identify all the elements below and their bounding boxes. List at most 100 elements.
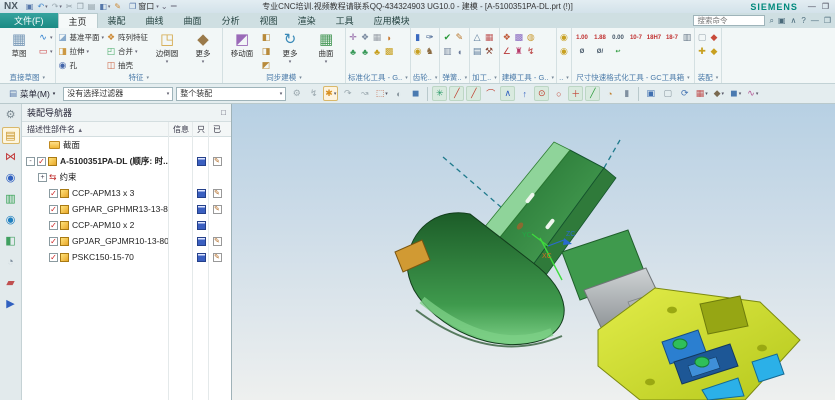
移动面-button[interactable]: ◩移动面 xyxy=(225,29,259,59)
doc-restore-icon[interactable]: ❐ xyxy=(824,16,831,25)
paste-icon[interactable]: ▤ xyxy=(88,2,96,11)
asm-move-icon[interactable]: ◆ xyxy=(709,45,719,58)
point-dialog-icon[interactable]: ✱▾ xyxy=(323,86,338,101)
tab-主页[interactable]: 主页 xyxy=(58,13,98,28)
view-cube-icon[interactable]: ◼▾ xyxy=(728,86,743,101)
shaded-display-icon[interactable]: ◼ xyxy=(408,86,423,101)
基准平面-button[interactable]: ◪基准平面▾ xyxy=(58,31,105,44)
tree-row[interactable]: ✓CCP-APM10 x 2 xyxy=(22,217,231,233)
spring-mouse-icon[interactable]: ◖ xyxy=(454,45,464,58)
spring-clip-icon[interactable]: ▥ xyxy=(442,45,452,58)
阵列特征-button[interactable]: ❖阵列特征 xyxy=(106,31,148,44)
sync-delete-icon[interactable]: ◩ xyxy=(261,59,271,72)
边倒圆-button[interactable]: ◳边倒圆▾ xyxy=(150,29,184,65)
tab-渲染[interactable]: 渲染 xyxy=(288,13,326,28)
column-only[interactable]: 只 xyxy=(193,124,209,135)
gc-brush-icon[interactable]: ◗ xyxy=(384,31,394,44)
拉伸-button[interactable]: ◨拉伸▾ xyxy=(58,45,105,58)
tree-row[interactable]: ✓CCP-APM13 x 3✎ xyxy=(22,185,231,201)
gc-box-icon[interactable]: ▦ xyxy=(372,31,382,44)
render-face-icon[interactable]: ◆▾ xyxy=(711,86,726,101)
更多-button[interactable]: ↻更多▾ xyxy=(273,29,307,65)
sync-offset-icon[interactable]: ◧ xyxy=(261,31,271,44)
ribbon-group-caption[interactable]: 弹簧..▾ xyxy=(442,72,467,83)
save-state-icon[interactable] xyxy=(197,253,206,262)
dim-107-icon[interactable]: 10-7 xyxy=(628,31,644,44)
dim-return-icon[interactable]: ↩ xyxy=(610,45,626,58)
modified-state-icon[interactable]: ✎ xyxy=(213,205,222,214)
component-checkbox[interactable]: ✓ xyxy=(37,157,46,166)
dim-panel-icon[interactable]: ▥ xyxy=(682,31,692,44)
ribbon-group-caption[interactable]: 建模工具 - G..▾ xyxy=(502,72,554,83)
tab-曲面[interactable]: 曲面 xyxy=(174,13,212,28)
expander-icon[interactable]: + xyxy=(38,173,47,182)
lasso-icon[interactable]: ↝ xyxy=(357,86,372,101)
restore-button[interactable]: ❐ xyxy=(822,2,829,11)
ribbon-group-caption[interactable]: 尺寸快速格式化工具 - GC工具箱▾ xyxy=(574,72,692,83)
expander-icon[interactable]: - xyxy=(26,157,35,166)
gc-bolt-icon[interactable]: ♣ xyxy=(348,45,358,58)
ribbon-group-caption[interactable]: 加工..▾ xyxy=(472,72,497,83)
mfg-probe-icon[interactable]: ⚒ xyxy=(484,45,494,58)
mfg-sheet-icon[interactable]: ▤ xyxy=(472,45,482,58)
minimize-ribbon-icon[interactable]: ∧ xyxy=(791,16,797,25)
history-icon[interactable]: ◧ xyxy=(2,232,20,249)
extend-select-icon[interactable]: ↷ xyxy=(340,86,355,101)
save-state-icon[interactable] xyxy=(197,237,206,246)
misc-coins-icon[interactable]: ◉ xyxy=(559,31,569,44)
doc-minimize-icon[interactable]: — xyxy=(811,16,819,25)
snap-circle-icon[interactable]: ○ xyxy=(551,86,566,101)
ribbon-group-caption[interactable]: 标准化工具 - G..▾ xyxy=(348,72,408,83)
mtool-stamp-icon[interactable]: ❖ xyxy=(502,31,512,44)
search-icon[interactable]: ⌕ xyxy=(769,16,773,26)
modified-state-icon[interactable]: ✎ xyxy=(213,189,222,198)
modified-state-icon[interactable]: ✎ xyxy=(213,237,222,246)
ribbon-group-caption[interactable]: 装配▾ xyxy=(697,72,719,83)
草图-button[interactable]: ▦草图 xyxy=(2,29,36,59)
tab-分析[interactable]: 分析 xyxy=(212,13,250,28)
rectangle-select-icon[interactable]: ⬚▾ xyxy=(374,86,389,101)
snap-center-icon[interactable]: ⊙ xyxy=(534,86,549,101)
tab-file[interactable]: 文件(F) xyxy=(0,13,58,28)
screenshot-icon[interactable]: ◧▾ xyxy=(99,2,110,11)
selection-filter-dropdown[interactable]: 没有选择过滤器 ▾ xyxy=(63,87,173,101)
gc-wrench-icon[interactable]: ♣ xyxy=(372,45,382,58)
column-info[interactable]: 信息 xyxy=(169,124,193,135)
window-menu[interactable]: ❐ 窗口 ▾ ⌄ ＝ xyxy=(129,1,178,12)
snap-midpoint-icon[interactable]: ╱ xyxy=(466,86,481,101)
gear-coin-icon[interactable]: ◉ xyxy=(413,45,423,58)
tree-row[interactable]: 截面 xyxy=(22,137,231,153)
dim-1847-icon[interactable]: 18-7 xyxy=(664,31,680,44)
roles-gear-icon[interactable]: ⚙ xyxy=(2,106,20,123)
snap-vertex-icon[interactable]: ↑ xyxy=(517,86,532,101)
gc-attach-icon[interactable]: ✛ xyxy=(348,31,358,44)
tree-row[interactable]: ✓GPJAR_GPJMR10-13-80-...✎ xyxy=(22,233,231,249)
menu-button[interactable]: ▤ 菜单(M) ▾ xyxy=(4,87,60,101)
part-navigator-icon[interactable]: ◉ xyxy=(2,169,20,186)
snap-curve-icon[interactable]: ⌒ xyxy=(483,86,498,101)
component-checkbox[interactable]: ✓ xyxy=(49,253,58,262)
fit-view-icon[interactable]: ▣ xyxy=(643,86,658,101)
抽壳-button[interactable]: ◫抽壳 xyxy=(106,59,148,72)
snap-face-icon[interactable]: ▮ xyxy=(619,86,634,101)
misc-coins2-icon[interactable]: ◉ xyxy=(559,45,569,58)
mtool-axis-icon[interactable]: ↯ xyxy=(526,45,536,58)
snap-enable-icon[interactable]: ✳ xyxy=(432,86,447,101)
gear-tool-icon[interactable]: ♞ xyxy=(425,45,435,58)
dim-dia-icon[interactable]: Ø xyxy=(574,45,590,58)
dim-000-icon[interactable]: 0.00 xyxy=(610,31,626,44)
column-done[interactable]: 已 xyxy=(209,124,225,135)
cut-icon[interactable]: ✂ xyxy=(66,2,73,11)
graphics-viewport[interactable]: YC ZC XC xyxy=(232,104,835,400)
touch-brush-icon[interactable]: ✎ xyxy=(114,2,121,11)
component-checkbox[interactable]: ✓ xyxy=(49,189,58,198)
snap-intersection-icon[interactable]: ＋ xyxy=(568,86,583,101)
zoom-window-icon[interactable]: ▢ xyxy=(660,86,675,101)
更多-button[interactable]: ◆更多▾ xyxy=(186,29,220,65)
constraint-navigator-icon[interactable]: ⋈ xyxy=(2,148,20,165)
green-cylinder-pin[interactable] xyxy=(673,339,687,349)
minimize-button[interactable]: — xyxy=(808,2,816,11)
曲面-button[interactable]: ▦曲面▾ xyxy=(309,29,343,65)
help-icon[interactable]: ? xyxy=(801,16,805,25)
copy-icon[interactable]: ❐ xyxy=(77,2,84,11)
